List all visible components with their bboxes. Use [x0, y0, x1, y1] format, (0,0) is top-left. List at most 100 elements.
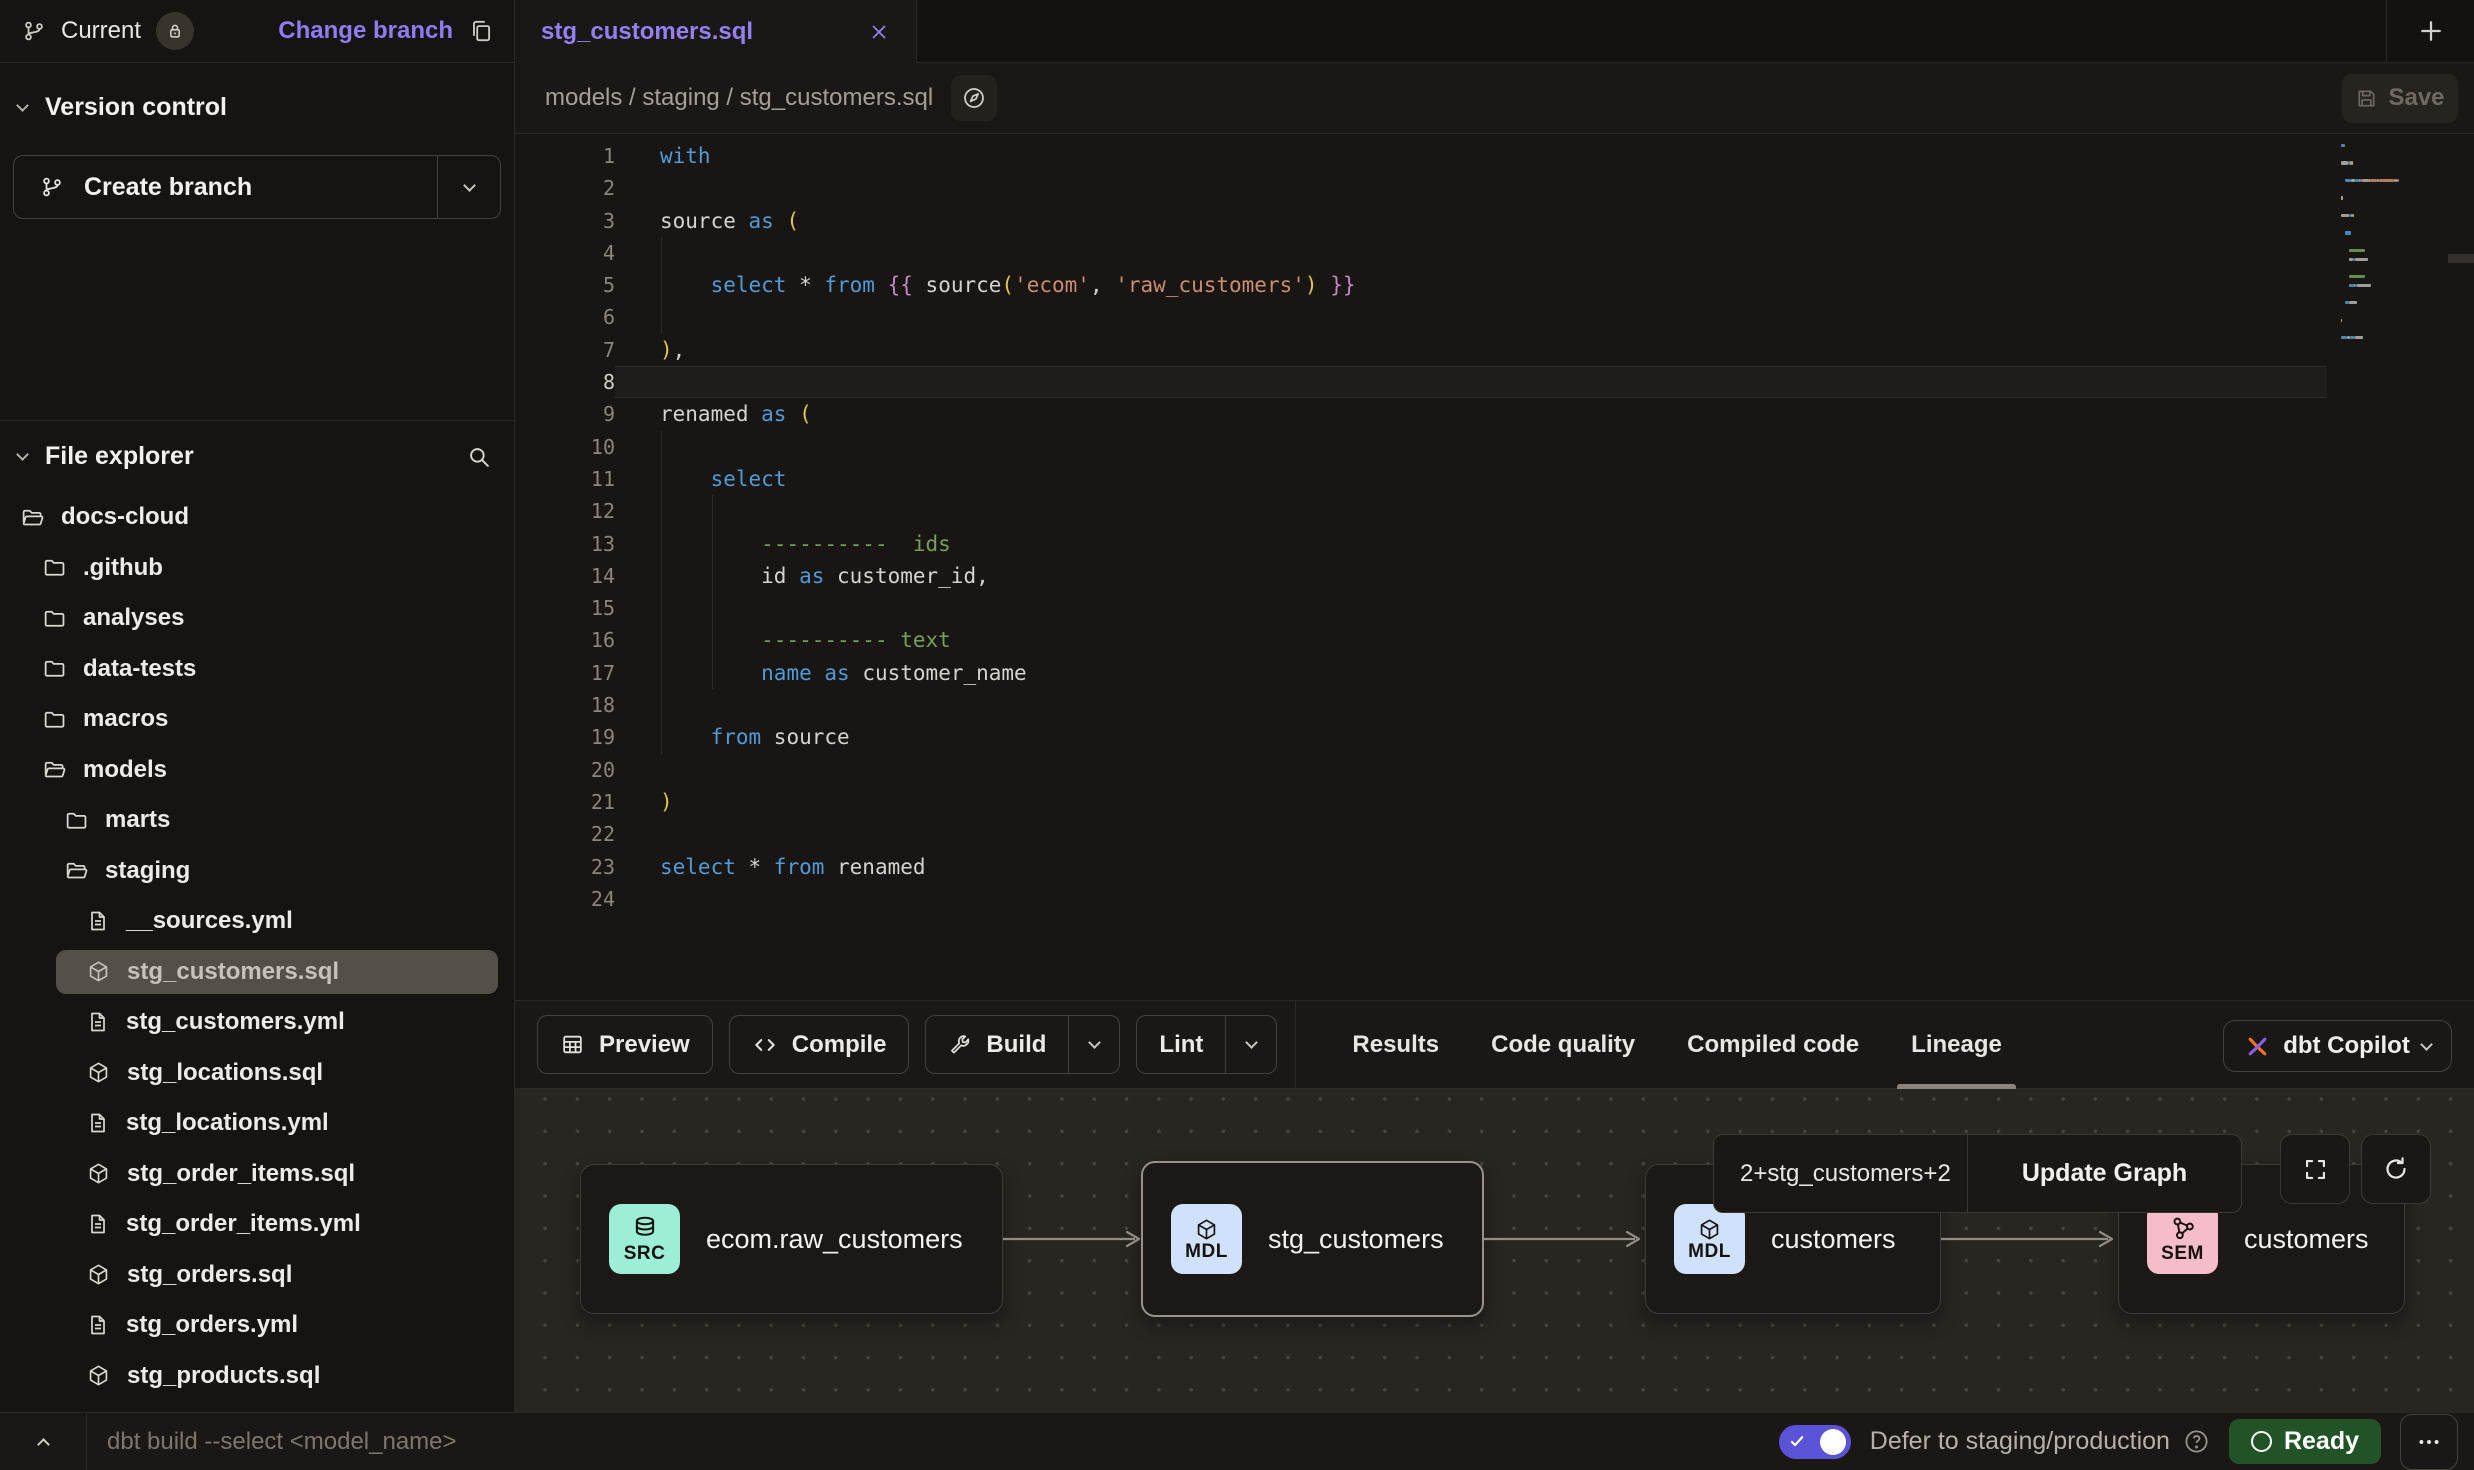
file-label: stg_orders.sql	[127, 1261, 292, 1289]
file-stg-products-sql[interactable]: stg_products.sql	[0, 1351, 514, 1402]
search-icon[interactable]	[466, 444, 492, 470]
sidebar: Current Change branch Version control Cr…	[0, 0, 515, 1412]
minimap[interactable]	[2327, 134, 2474, 1000]
code-line-17[interactable]: 17 name as customer_name	[515, 657, 2474, 689]
code-line-22[interactable]: 22	[515, 818, 2474, 850]
code-line-1[interactable]: 1with	[515, 140, 2474, 172]
defer-toggle[interactable]	[1779, 1425, 1851, 1459]
lineage-node-mdl-stg-customers[interactable]: MDLstg_customers	[1141, 1161, 1484, 1317]
copilot-compass-icon[interactable]	[951, 75, 997, 121]
file-sources-yml[interactable]: __sources.yml	[0, 896, 514, 947]
fullscreen-button[interactable]	[2280, 1134, 2350, 1204]
code-line-9[interactable]: 9renamed as (	[515, 398, 2474, 430]
tab-lineage[interactable]: Lineage	[1911, 1001, 2002, 1088]
file-label: marts	[105, 806, 170, 834]
line-number: 16	[515, 624, 615, 656]
file-github[interactable]: .github	[0, 543, 514, 594]
file-icon	[86, 1111, 110, 1135]
file-data-tests[interactable]: data-tests	[0, 644, 514, 695]
dbt-copilot-button[interactable]: dbt Copilot	[2223, 1020, 2452, 1072]
code-line-19[interactable]: 19 from source	[515, 721, 2474, 753]
close-tab-icon[interactable]	[868, 21, 890, 43]
tab-code-quality[interactable]: Code quality	[1491, 1001, 1635, 1088]
create-branch-dropdown[interactable]	[437, 156, 500, 218]
code-text: id as customer_id,	[615, 560, 2327, 592]
copy-branch-icon[interactable]	[468, 18, 494, 44]
code-line-3[interactable]: 3source as (	[515, 205, 2474, 237]
panel-toolbar: Preview Compile Build Lint Results Code qual…	[515, 1000, 2474, 1089]
preview-button[interactable]: Preview	[537, 1015, 713, 1074]
lineage-canvas[interactable]: SRCecom.raw_customersMDLstg_customersMDL…	[515, 1089, 2474, 1412]
lineage-node-src-ecom-raw-customers[interactable]: SRCecom.raw_customers	[580, 1164, 1003, 1314]
more-options-button[interactable]	[2400, 1414, 2458, 1470]
file-stg-locations-sql[interactable]: stg_locations.sql	[0, 1048, 514, 1099]
defer-label: Defer to staging/production	[1870, 1427, 2170, 1456]
line-number: 19	[515, 721, 615, 753]
line-number: 23	[515, 851, 615, 883]
code-line-8[interactable]: 8	[515, 366, 2474, 398]
editor-header: models / staging / stg_customers.sql Sav…	[515, 63, 2474, 134]
lint-dropdown[interactable]	[1225, 1016, 1276, 1073]
file-stg-locations-yml[interactable]: stg_locations.yml	[0, 1098, 514, 1149]
file-label: stg_customers.yml	[126, 1008, 345, 1036]
version-control-header[interactable]: Version control	[0, 85, 514, 129]
line-number: 6	[515, 301, 615, 333]
code-line-2[interactable]: 2	[515, 172, 2474, 204]
file-stg-order-items-yml[interactable]: stg_order_items.yml	[0, 1199, 514, 1250]
code-line-16[interactable]: 16 ---------- text	[515, 624, 2474, 656]
line-number: 17	[515, 657, 615, 689]
new-tab-button[interactable]	[2386, 0, 2474, 62]
compile-button[interactable]: Compile	[729, 1015, 910, 1074]
file-explorer-header[interactable]: File explorer	[0, 420, 514, 492]
file-stg-order-items-sql[interactable]: stg_order_items.sql	[0, 1149, 514, 1200]
code-line-12[interactable]: 12	[515, 495, 2474, 527]
file-stg-orders-sql[interactable]: stg_orders.sql	[0, 1250, 514, 1301]
lineage-edge	[1941, 1228, 2118, 1250]
code-line-10[interactable]: 10	[515, 431, 2474, 463]
code-editor[interactable]: 1with23source as (45 select * from {{ so…	[515, 134, 2474, 1000]
dbt-cloud-ide: Current Change branch Version control Cr…	[0, 0, 2474, 1470]
tab-results[interactable]: Results	[1352, 1001, 1439, 1088]
tab-compiled-code[interactable]: Compiled code	[1687, 1001, 1859, 1088]
file-macros[interactable]: macros	[0, 694, 514, 745]
code-line-21[interactable]: 21)	[515, 786, 2474, 818]
code-line-14[interactable]: 14 id as customer_id,	[515, 560, 2474, 592]
update-graph-button[interactable]: Update Graph	[1968, 1159, 2241, 1188]
file-analyses[interactable]: analyses	[0, 593, 514, 644]
code-line-5[interactable]: 5 select * from {{ source('ecom', 'raw_c…	[515, 269, 2474, 301]
file-docs-cloud[interactable]: docs-cloud	[0, 492, 514, 543]
tab-stg-customers-sql[interactable]: stg_customers.sql	[515, 0, 917, 63]
expand-command-bar-button[interactable]	[0, 1434, 86, 1449]
file-stg-customers-sql[interactable]: stg_customers.sql	[0, 947, 514, 998]
create-branch-button[interactable]: Create branch	[13, 155, 501, 219]
command-input-placeholder[interactable]: dbt build --select <model_name>	[107, 1428, 457, 1456]
line-number: 8	[515, 366, 615, 398]
file-stg-customers-yml[interactable]: stg_customers.yml	[0, 997, 514, 1048]
code-line-4[interactable]: 4	[515, 237, 2474, 269]
file-staging[interactable]: staging	[0, 846, 514, 897]
create-branch-label: Create branch	[84, 173, 252, 202]
code-line-6[interactable]: 6	[515, 301, 2474, 333]
code-line-24[interactable]: 24	[515, 883, 2474, 915]
code-line-15[interactable]: 15	[515, 592, 2474, 624]
lineage-selector-input[interactable]	[1714, 1160, 1967, 1188]
code-line-23[interactable]: 23select * from renamed	[515, 851, 2474, 883]
save-button[interactable]: Save	[2342, 74, 2458, 123]
change-branch-link[interactable]: Change branch	[278, 17, 453, 45]
file-stg-orders-yml[interactable]: stg_orders.yml	[0, 1300, 514, 1351]
ide-status-button[interactable]: Ready	[2229, 1419, 2381, 1464]
help-icon[interactable]	[2183, 1428, 2210, 1455]
build-button[interactable]: Build	[925, 1015, 1120, 1074]
status-bar: dbt build --select <model_name> Defer to…	[0, 1412, 2474, 1470]
file-models[interactable]: models	[0, 745, 514, 796]
code-line-11[interactable]: 11 select	[515, 463, 2474, 495]
file-marts[interactable]: marts	[0, 795, 514, 846]
lint-button[interactable]: Lint	[1136, 1015, 1277, 1074]
build-dropdown[interactable]	[1068, 1016, 1119, 1073]
code-line-13[interactable]: 13 ---------- ids	[515, 528, 2474, 560]
code-line-7[interactable]: 7),	[515, 334, 2474, 366]
branch-lock-icon	[156, 12, 194, 50]
code-line-18[interactable]: 18	[515, 689, 2474, 721]
refresh-graph-button[interactable]	[2361, 1134, 2431, 1204]
code-line-20[interactable]: 20	[515, 754, 2474, 786]
